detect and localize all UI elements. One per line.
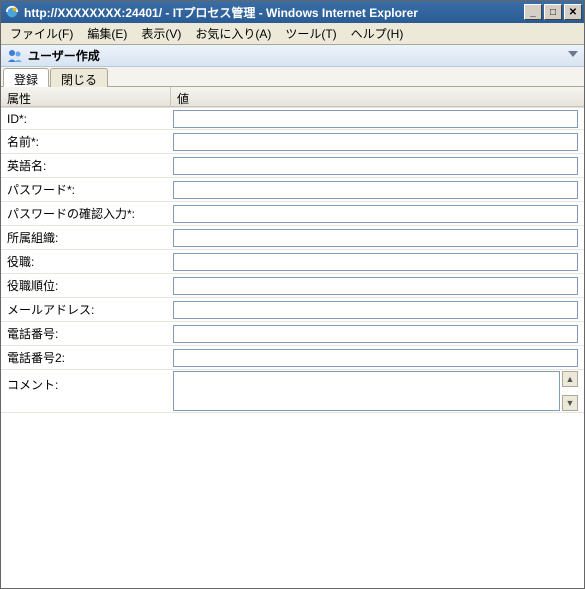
label-comment: コメント: [1,370,171,396]
input-rank[interactable] [173,277,578,295]
label-phone2: 電話番号2: [1,346,171,369]
row-phone2: 電話番号2: [1,346,584,370]
menu-tools[interactable]: ツール(T) [278,23,343,44]
row-email: メールアドレス: [1,298,584,322]
row-en-name: 英語名: [1,154,584,178]
row-organization: 所属組織: [1,226,584,250]
ie-window: http://XXXXXXXX:24401/ - ITプロセス管理 - Wind… [0,0,585,589]
comment-scrollbar: ▲ ▼ [562,371,578,411]
close-button[interactable]: ✕ [564,4,582,20]
row-title: 役職: [1,250,584,274]
input-password[interactable] [173,181,578,199]
tab-register[interactable]: 登録 [3,68,49,87]
column-value: 値 [171,87,584,106]
input-phone2[interactable] [173,349,578,367]
menu-favorites[interactable]: お気に入り(A) [188,23,278,44]
input-title[interactable] [173,253,578,271]
row-comment: コメント: ▲ ▼ [1,370,584,413]
row-phone1: 電話番号: [1,322,584,346]
label-name: 名前*: [1,130,171,153]
row-password: パスワード*: [1,178,584,202]
row-password-confirm: パスワードの確認入力*: [1,202,584,226]
form-area: ID*: 名前*: 英語名: パスワード*: パスワードの確認入力*: 所属組織… [1,107,584,413]
ie-icon [4,4,20,20]
collapse-icon[interactable] [568,51,578,57]
menu-help[interactable]: ヘルプ(H) [344,23,411,44]
minimize-button[interactable]: _ [524,4,542,20]
tabbar: 登録 閉じる [1,67,584,87]
menu-edit[interactable]: 編集(E) [80,23,134,44]
input-en-name[interactable] [173,157,578,175]
label-en-name: 英語名: [1,154,171,177]
row-rank: 役職順位: [1,274,584,298]
row-id: ID*: [1,108,584,130]
column-attribute: 属性 [1,87,171,106]
input-organization[interactable] [173,229,578,247]
window-buttons: _ □ ✕ [524,4,582,20]
page-header: ユーザー作成 [1,45,584,67]
users-icon [7,48,23,64]
label-email: メールアドレス: [1,298,171,321]
menubar: ファイル(F) 編集(E) 表示(V) お気に入り(A) ツール(T) ヘルプ(… [1,23,584,45]
label-password: パスワード*: [1,178,171,201]
label-password-confirm: パスワードの確認入力*: [1,202,171,225]
titlebar: http://XXXXXXXX:24401/ - ITプロセス管理 - Wind… [1,1,584,23]
input-comment[interactable] [173,371,560,411]
row-name: 名前*: [1,130,584,154]
menu-file[interactable]: ファイル(F) [3,23,80,44]
input-name[interactable] [173,133,578,151]
scroll-up-button[interactable]: ▲ [562,371,578,387]
input-password-confirm[interactable] [173,205,578,223]
input-email[interactable] [173,301,578,319]
maximize-button[interactable]: □ [544,4,562,20]
menu-view[interactable]: 表示(V) [134,23,188,44]
window-title: http://XXXXXXXX:24401/ - ITプロセス管理 - Wind… [24,4,524,21]
scroll-down-button[interactable]: ▼ [562,395,578,411]
grid-header: 属性 値 [1,87,584,107]
label-phone1: 電話番号: [1,322,171,345]
input-id[interactable] [173,110,578,128]
label-id: ID*: [1,109,171,129]
label-rank: 役職順位: [1,274,171,297]
label-title: 役職: [1,250,171,273]
input-phone1[interactable] [173,325,578,343]
page-title: ユーザー作成 [28,47,100,64]
tab-close[interactable]: 閉じる [50,68,108,87]
label-organization: 所属組織: [1,226,171,249]
